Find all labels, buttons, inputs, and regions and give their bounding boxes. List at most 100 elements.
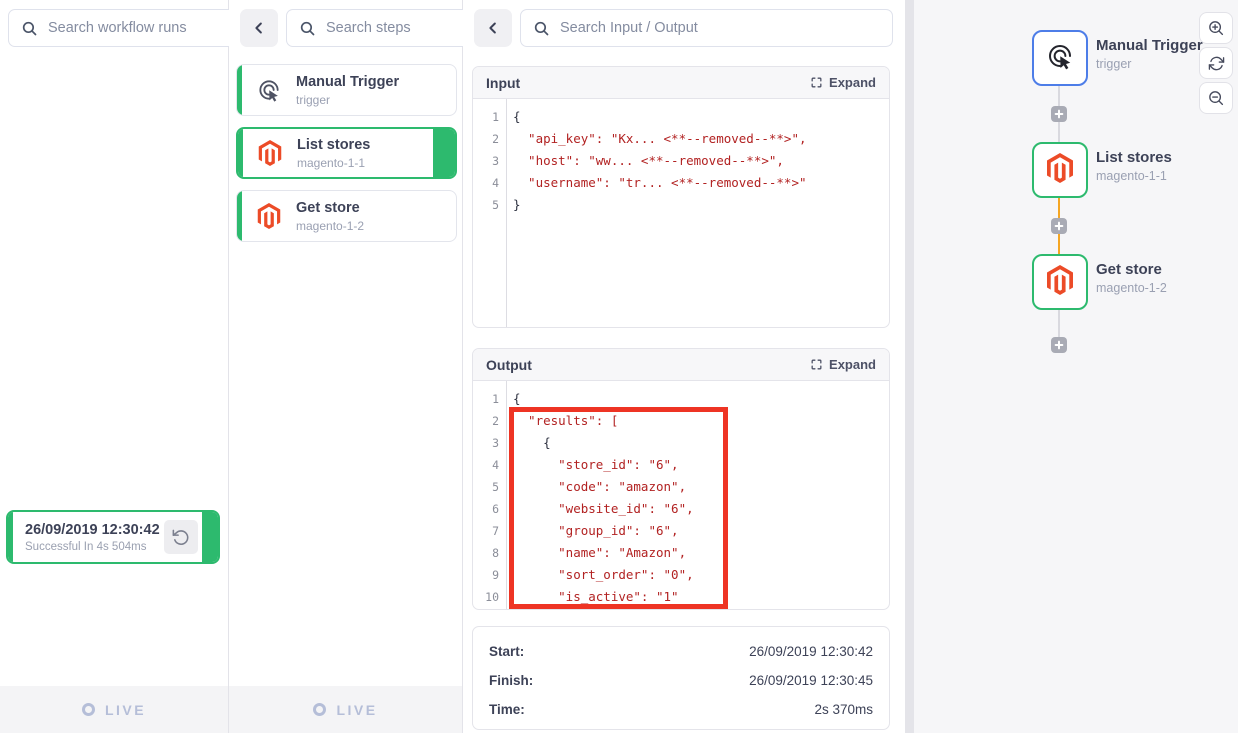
live-indicator-icon <box>313 703 326 716</box>
step-card-list-stores[interactable]: List stores magento-1-1 <box>236 127 457 179</box>
stat-row-finish: Finish: 26/09/2019 12:30:45 <box>489 666 873 695</box>
back-button-steps[interactable] <box>240 9 278 47</box>
step-accent-right <box>433 129 455 177</box>
node-label-get-store: Get store magento-1-2 <box>1096 261 1167 295</box>
run-card-accent-right <box>202 512 220 562</box>
live-indicator-icon <box>82 703 95 716</box>
live-label: LIVE <box>336 702 377 718</box>
run-stats-card: Start: 26/09/2019 12:30:42 Finish: 26/09… <box>472 626 890 730</box>
input-panel-title: Input <box>486 75 520 91</box>
run-status: Successful In 4s 504ms <box>25 541 160 553</box>
replay-run-button[interactable] <box>164 520 198 554</box>
manual-trigger-icon <box>1045 41 1075 76</box>
run-card[interactable]: 26/09/2019 12:30:42 Successful In 4s 504… <box>6 510 220 564</box>
node-title: List stores <box>1096 149 1172 166</box>
step-subtitle: trigger <box>296 93 399 107</box>
input-expand-label: Expand <box>829 75 876 90</box>
expand-icon <box>810 76 823 89</box>
line-numbers: 1 2 3 4 5 6 7 8 9 10 <box>473 381 507 610</box>
reset-view-button[interactable] <box>1199 47 1233 79</box>
stat-row-time: Time: 2s 370ms <box>489 695 873 724</box>
steps-panel: Manual Trigger trigger List stores magen… <box>229 0 463 733</box>
time-label: Time: <box>489 702 525 717</box>
output-expand-label: Expand <box>829 357 876 372</box>
zoom-in-button[interactable] <box>1199 12 1233 44</box>
workflow-runs-search-input[interactable] <box>48 20 235 36</box>
input-code-viewer[interactable]: 1 2 3 4 5 { "api_key": "Kx... <**--remov… <box>473 99 889 328</box>
plus-icon <box>1053 108 1065 120</box>
expand-icon <box>810 358 823 371</box>
step-title: Get store <box>296 200 364 216</box>
refresh-icon <box>1208 55 1225 72</box>
workflow-runs-panel: 26/09/2019 12:30:42 Successful In 4s 504… <box>0 0 229 733</box>
canvas-controls <box>1199 12 1233 114</box>
magento-icon <box>1045 153 1075 188</box>
step-card-manual-trigger[interactable]: Manual Trigger trigger <box>236 64 457 116</box>
step-subtitle: magento-1-1 <box>297 156 370 170</box>
replay-icon <box>171 528 190 547</box>
back-button-io[interactable] <box>474 9 512 47</box>
zoom-out-icon <box>1207 89 1225 107</box>
add-step-button[interactable] <box>1051 218 1067 234</box>
start-value: 26/09/2019 12:30:42 <box>749 644 873 659</box>
node-manual-trigger[interactable] <box>1032 30 1088 86</box>
node-subtitle: magento-1-1 <box>1096 169 1172 183</box>
node-title: Get store <box>1096 261 1167 278</box>
node-title: Manual Trigger <box>1096 37 1203 54</box>
manual-trigger-icon <box>256 77 282 103</box>
step-accent <box>237 65 242 115</box>
node-subtitle: magento-1-2 <box>1096 281 1167 295</box>
node-label-list-stores: List stores magento-1-1 <box>1096 149 1172 183</box>
start-label: Start: <box>489 644 524 659</box>
magento-icon <box>256 203 282 229</box>
node-label-manual-trigger: Manual Trigger trigger <box>1096 37 1203 71</box>
step-accent <box>238 129 243 177</box>
run-timestamp: 26/09/2019 12:30:42 <box>25 522 160 538</box>
io-panel: Input Expand 1 2 3 4 5 { "api_key": "Kx.… <box>463 0 905 733</box>
scrollbar-strip[interactable] <box>905 0 914 733</box>
live-toggle-steps[interactable]: LIVE <box>229 686 462 733</box>
search-icon <box>21 20 38 37</box>
output-panel: Output Expand 1 2 3 4 5 6 7 8 9 10 { <box>472 348 890 610</box>
search-icon <box>533 20 550 37</box>
magento-icon <box>257 140 283 166</box>
chevron-left-icon <box>484 19 502 37</box>
step-title: Manual Trigger <box>296 74 399 90</box>
live-toggle-runs[interactable]: LIVE <box>0 686 228 733</box>
input-panel: Input Expand 1 2 3 4 5 { "api_key": "Kx.… <box>472 66 890 328</box>
live-label: LIVE <box>105 702 146 718</box>
node-subtitle: trigger <box>1096 57 1203 71</box>
steps-list: Manual Trigger trigger List stores magen… <box>236 64 457 253</box>
output-json-code: { "results": [ { "store_id": "6", "code"… <box>507 381 889 610</box>
step-title: List stores <box>297 137 370 153</box>
add-step-button[interactable] <box>1051 337 1067 353</box>
step-subtitle: magento-1-2 <box>296 219 364 233</box>
add-step-button[interactable] <box>1051 106 1067 122</box>
line-numbers: 1 2 3 4 5 <box>473 99 507 328</box>
stat-row-start: Start: 26/09/2019 12:30:42 <box>489 637 873 666</box>
step-card-get-store[interactable]: Get store magento-1-2 <box>236 190 457 242</box>
output-panel-title: Output <box>486 357 532 373</box>
workflow-runs-search[interactable] <box>8 9 248 47</box>
plus-icon <box>1053 220 1065 232</box>
search-icon <box>299 20 316 37</box>
io-search-input[interactable] <box>560 20 880 36</box>
node-list-stores[interactable] <box>1032 142 1088 198</box>
step-accent <box>237 191 242 241</box>
finish-label: Finish: <box>489 673 533 688</box>
output-code-viewer[interactable]: 1 2 3 4 5 6 7 8 9 10 { "results": [ { "s… <box>473 381 889 610</box>
input-expand-button[interactable]: Expand <box>810 75 876 90</box>
chevron-left-icon <box>250 19 268 37</box>
time-value: 2s 370ms <box>814 702 873 717</box>
connector-line <box>1058 310 1060 338</box>
node-get-store[interactable] <box>1032 254 1088 310</box>
output-expand-button[interactable]: Expand <box>810 357 876 372</box>
plus-icon <box>1053 339 1065 351</box>
workflow-canvas[interactable]: Manual Trigger trigger List stores magen… <box>914 0 1238 733</box>
io-search[interactable] <box>520 9 893 47</box>
finish-value: 26/09/2019 12:30:45 <box>749 673 873 688</box>
zoom-out-button[interactable] <box>1199 82 1233 114</box>
input-json-code: { "api_key": "Kx... <**--removed--**>", … <box>507 99 889 328</box>
zoom-in-icon <box>1207 19 1225 37</box>
magento-icon <box>1045 265 1075 300</box>
